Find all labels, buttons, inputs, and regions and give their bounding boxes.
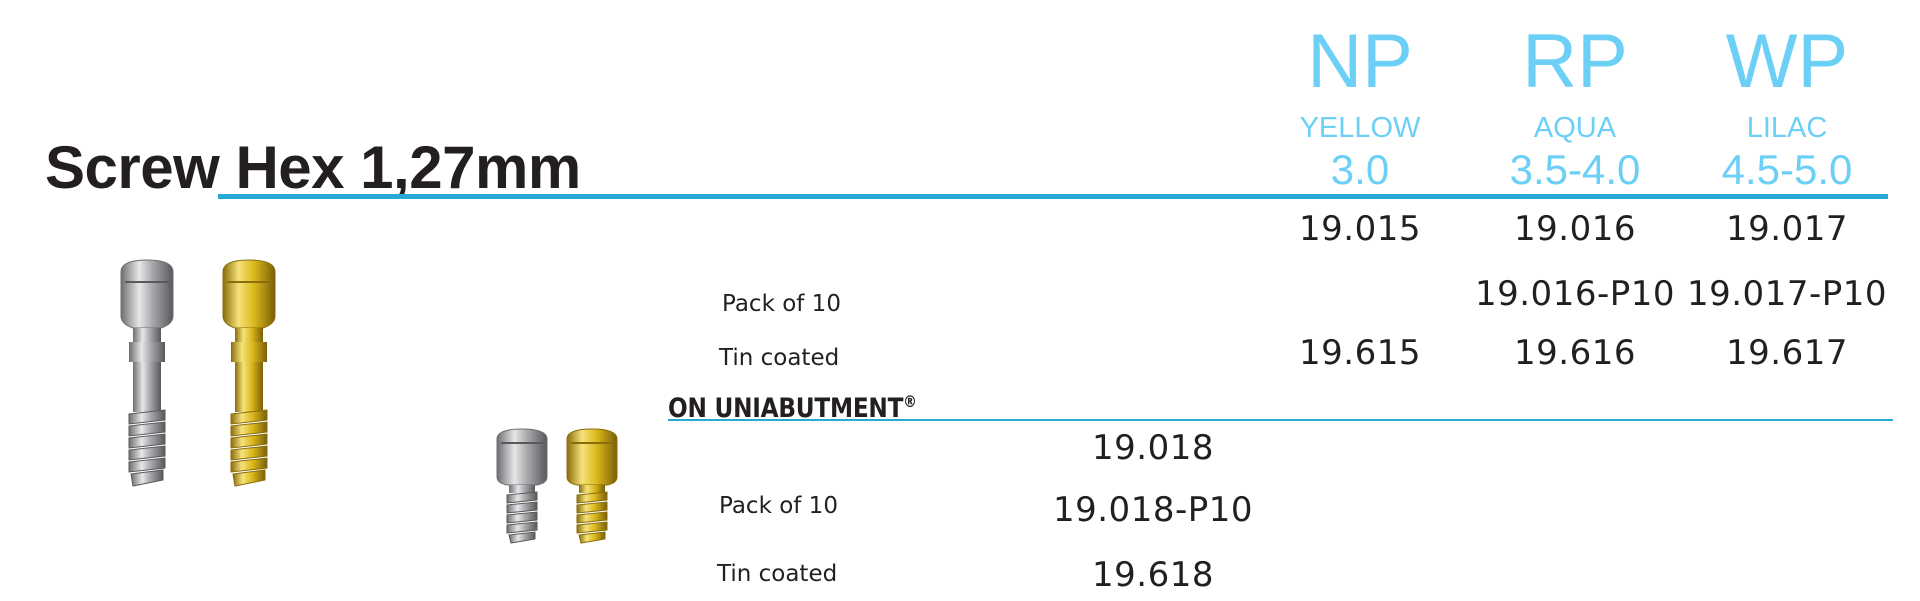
platform-code: WP [1725, 19, 1849, 104]
platform-color-name: AQUA [1533, 112, 1617, 144]
header-divider [218, 194, 1888, 199]
platform-diameter: 3.5-4.0 [1509, 146, 1641, 193]
registered-mark: ® [903, 392, 917, 411]
gold-screw-long-image [217, 258, 281, 498]
platform-color-name: YELLOW [1299, 112, 1421, 144]
platform-code: NP [1307, 19, 1413, 104]
ref-cell: 19.617 [1726, 333, 1848, 373]
ref-cell: 19.615 [1299, 333, 1421, 373]
row-label-tin-coated: Tin coated [717, 561, 838, 587]
row-label-pack-of-10: Pack of 10 [719, 493, 838, 519]
platform-code: RP [1522, 19, 1628, 104]
ref-cell: 19.016 [1514, 209, 1636, 249]
titanium-screw-short-image [493, 427, 551, 545]
platform-diameter: 4.5-5.0 [1721, 146, 1853, 193]
platform-diameter: 3.0 [1330, 146, 1390, 193]
platform-color-name: LILAC [1746, 112, 1828, 144]
ref-cell: 19.016-P10 [1474, 274, 1675, 314]
ref-cell: 19.618 [1092, 555, 1214, 595]
titanium-screw-long-image [115, 258, 179, 498]
row-label-tin-coated: Tin coated [719, 345, 840, 371]
ref-cell: 19.017 [1726, 209, 1848, 249]
ref-cell: 19.018 [1092, 428, 1214, 468]
ref-cell: 19.015 [1299, 209, 1421, 249]
ref-cell: 19.017-P10 [1686, 274, 1887, 314]
section-divider [668, 419, 1893, 421]
row-label-pack-of-10: Pack of 10 [722, 291, 841, 317]
gold-screw-short-image [563, 427, 621, 545]
ref-cell: 19.616 [1514, 333, 1636, 373]
ref-cell: 19.018-P10 [1052, 490, 1253, 530]
